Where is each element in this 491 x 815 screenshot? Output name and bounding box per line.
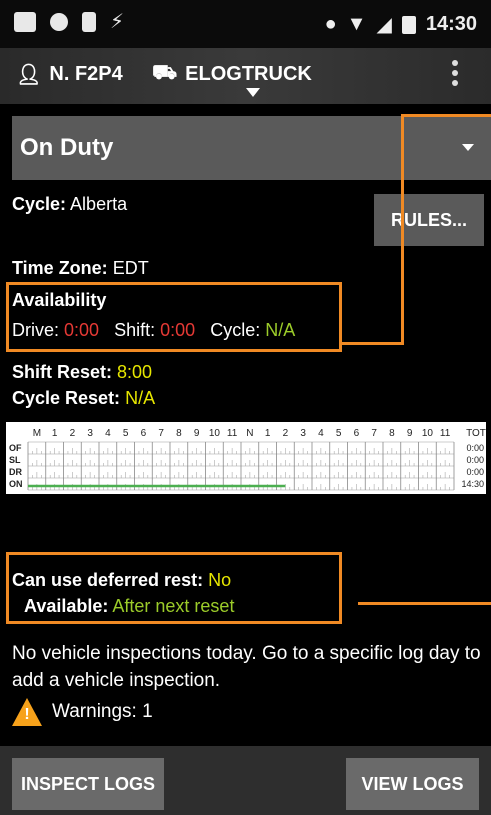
charging-icon: ⚡ [110,11,125,33]
app-header: 👤︎ N. F2P4 ⛟ ELOGTRUCK [0,48,491,104]
cycle-label: Cycle: [12,194,67,214]
callout-line [358,602,491,605]
cycle-reset-row: Cycle Reset: N/A [12,388,155,409]
hour-tick-label: 10 [209,428,221,439]
warning-icon: ! [12,698,42,726]
expand-down-icon[interactable] [246,88,260,97]
row-label: OF [9,443,22,453]
row-total: 0:00 [466,467,484,477]
hour-tick-label: M [33,428,41,439]
row-label: ON [9,479,23,489]
hour-tick-label: 8 [389,428,395,439]
hour-tick-label: 2 [283,428,289,439]
warnings-row[interactable]: ! Warnings: 1 [12,698,153,726]
hour-tick-label: 6 [354,428,360,439]
shift-reset-row: Shift Reset: 8:00 [12,362,152,383]
rules-button[interactable]: RULES... [374,194,484,246]
deferred-available-row: Available: After next reset [24,596,234,617]
deferred-rest-value: No [208,570,232,590]
row-total: 0:00 [466,443,484,453]
row-label: SL [9,455,21,465]
hour-tick-label: 7 [371,428,377,439]
record-icon [50,13,68,31]
hour-tick-label: 2 [70,428,76,439]
deferred-rest-label: Can use deferred rest: [12,570,204,590]
notification-icon [14,12,36,32]
shift-reset-value: 8:00 [117,362,153,382]
hour-tick-label: 4 [318,428,324,439]
hour-tick-label: 9 [194,428,200,439]
deferred-available-value: After next reset [112,596,235,616]
footer-bar: INSPECT LOGS VIEW LOGS [0,746,491,815]
chevron-down-icon [462,144,474,151]
callout-line [342,342,404,345]
warnings-label: Warnings: 1 [52,701,153,722]
time-zone-value: EDT [112,258,149,278]
overflow-menu-icon[interactable] [452,60,460,86]
total-header-label: TOT [466,428,486,439]
hour-tick-label: 11 [227,428,238,439]
view-logs-button[interactable]: VIEW LOGS [346,758,479,810]
deferred-available-label: Available: [24,596,109,616]
shift-reset-label: Shift Reset: [12,362,113,382]
hour-tick-label: 11 [440,428,451,439]
hour-tick-label: 1 [52,428,58,439]
hour-tick-label: 5 [336,428,342,439]
hour-tick-label: 4 [105,428,111,439]
cycle-row: Cycle: Alberta [12,194,127,215]
hour-tick-label: 5 [123,428,129,439]
hour-tick-label: 9 [407,428,413,439]
log-graph[interactable]: M 1 2 3 4 5 6 7 8 9 10 11 N 1 2 3 4 5 6 7 8 9 10 11 TOT OF 0:00 SL 0… [6,422,486,494]
callout-line [401,114,404,345]
hour-tick-label: 3 [87,428,93,439]
hour-tick-label: 1 [265,428,271,439]
hour-tick-label: 8 [176,428,182,439]
row-total: 14:30 [461,479,484,489]
log-graph-svg: M 1 2 3 4 5 6 7 8 9 10 11 N 1 2 3 4 5 6 7 8 9 10 11 TOTOF 0:00SL 0… [9,428,486,491]
hour-tick-label: 10 [422,428,434,439]
duty-status-value: On Duty [20,134,114,161]
hour-tick-label: 7 [158,428,164,439]
location-icon: ● [324,13,337,35]
availability-highlight [6,282,342,352]
clock-time: 14:30 [425,13,477,35]
time-zone-label: Time Zone: [12,258,108,278]
status-bar: ⚡ ● ▼ ◢ 14:30 [0,0,491,48]
inspect-logs-button[interactable]: INSPECT LOGS [12,758,164,810]
driver-selector[interactable]: 👤︎ N. F2P4 [16,62,123,87]
signal-icon: ◢ [376,14,392,36]
wifi-icon: ▼ [346,13,367,35]
callout-line [401,114,491,117]
cycle-reset-value: N/A [125,388,156,408]
hour-tick-label: 6 [141,428,147,439]
sd-card-icon [82,12,96,32]
hour-tick-label: 3 [300,428,306,439]
truck-selector[interactable]: ⛟ ELOGTRUCK [152,62,312,87]
row-total: 0:00 [466,455,484,465]
cycle-reset-label: Cycle Reset: [12,388,121,408]
row-label: DR [9,467,22,477]
cycle-value: Alberta [70,194,128,214]
person-icon: 👤︎ [16,64,42,86]
driver-name: N. F2P4 [49,63,123,85]
truck-name: ELOGTRUCK [185,63,312,85]
hour-tick-label: N [246,428,253,439]
truck-icon: ⛟ [152,62,178,84]
battery-icon [401,15,416,34]
inspection-message: No vehicle inspections today. Go to a sp… [12,643,481,691]
deferred-rest-row: Can use deferred rest: No [12,570,231,591]
duty-status-dropdown[interactable]: On Duty [12,116,491,180]
time-zone-row: Time Zone: EDT [12,258,149,279]
